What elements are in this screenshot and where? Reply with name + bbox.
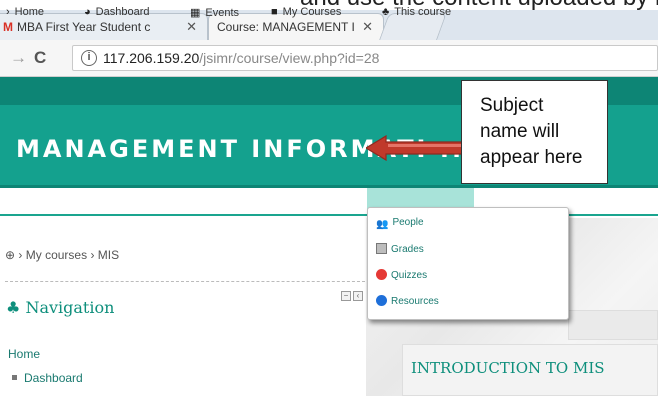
dropdown-item-people[interactable]: 👥 People bbox=[376, 217, 424, 230]
sitemap-icon: ♣ bbox=[6, 298, 21, 317]
gmail-icon: M bbox=[3, 20, 13, 34]
this-course-dropdown: 👥 People Grades Quizzes Resources bbox=[367, 207, 569, 320]
dropdown-item-label: Grades bbox=[391, 244, 424, 255]
bullet-icon bbox=[12, 375, 17, 380]
nav-dashboard-label: Dashboard bbox=[24, 371, 83, 385]
address-bar[interactable]: i 117.206.159.20/jsimr/course/view.php?i… bbox=[72, 45, 658, 71]
annotation-arrow bbox=[366, 135, 465, 161]
menu-item-label: Home bbox=[14, 6, 45, 18]
users-icon: 👥 bbox=[376, 219, 389, 230]
dropdown-item-resources[interactable]: Resources bbox=[376, 295, 439, 307]
dashboard-icon: ◕ bbox=[84, 6, 91, 18]
section-title[interactable]: INTRODUCTION TO MIS bbox=[411, 359, 605, 377]
collapse-block-icon[interactable]: − bbox=[341, 291, 351, 301]
url-text: 117.206.159.20/jsimr/course/view.php?id=… bbox=[103, 50, 379, 66]
info-icon[interactable]: i bbox=[81, 50, 97, 66]
breadcrumb-current[interactable]: MIS bbox=[98, 248, 119, 262]
menu-item-label: Dashboard bbox=[95, 6, 150, 18]
menu-item-label: This course bbox=[394, 6, 452, 18]
forward-icon[interactable]: → bbox=[10, 48, 27, 68]
tab-label: Course: MANAGEMENT I bbox=[217, 20, 355, 34]
breadcrumb-separator: › bbox=[18, 248, 23, 262]
resources-icon bbox=[376, 295, 387, 306]
dropdown-item-label: People bbox=[392, 217, 424, 228]
breadcrumb: ⊕ › My courses › MIS bbox=[5, 248, 119, 262]
quiz-icon bbox=[376, 269, 387, 280]
breadcrumb-separator: › bbox=[90, 248, 95, 262]
menu-item-dashboard[interactable]: ◕ Dashboard bbox=[84, 6, 149, 18]
url-host: 117.206.159.20 bbox=[103, 50, 200, 66]
annotation-line: appear here bbox=[480, 147, 583, 168]
annotation-line: Subject bbox=[480, 95, 544, 116]
navigation-title: Navigation bbox=[25, 298, 115, 317]
breadcrumb-my-courses[interactable]: My courses bbox=[26, 248, 87, 262]
caption-text: and use the content uploaded by respecti… bbox=[300, 0, 658, 10]
dropdown-item-label: Resources bbox=[391, 296, 439, 307]
url-path: /jsimr/course/view.php?id=28 bbox=[199, 50, 380, 66]
nav-home-link[interactable]: Home bbox=[8, 347, 40, 361]
dropdown-item-label: Quizzes bbox=[391, 270, 428, 281]
dropdown-item-quizzes[interactable]: Quizzes bbox=[376, 269, 427, 281]
menu-item-events[interactable]: ▦ Events bbox=[190, 6, 239, 19]
right-panel-box bbox=[568, 310, 658, 340]
menu-item-label: Events bbox=[205, 7, 240, 19]
calendar-icon: ▦ bbox=[190, 7, 201, 19]
dropdown-item-grades[interactable]: Grades bbox=[376, 243, 424, 255]
annotation-line: name will bbox=[480, 121, 560, 142]
annotation-callout: Subject name will appear here bbox=[461, 80, 608, 184]
grades-icon bbox=[376, 243, 387, 254]
close-icon[interactable]: ✕ bbox=[186, 19, 197, 35]
menu-item-label: My Courses bbox=[282, 6, 342, 18]
breadcrumb-home-icon[interactable]: ⊕ bbox=[5, 248, 15, 262]
arrow-icon: › bbox=[6, 6, 10, 18]
briefcase-icon: ■ bbox=[271, 6, 278, 18]
tab-label: MBA First Year Student c bbox=[17, 20, 151, 34]
divider bbox=[5, 281, 365, 282]
reload-icon[interactable]: C bbox=[34, 48, 46, 68]
nav-dashboard-link[interactable]: Dashboard bbox=[12, 371, 83, 385]
navigation-block-title: ♣ Navigation bbox=[6, 298, 114, 317]
sitemap-icon: ♣ bbox=[382, 6, 390, 18]
browser-toolbar: → C i 117.206.159.20/jsimr/course/view.p… bbox=[0, 40, 658, 77]
menu-item-my-courses[interactable]: ■ My Courses bbox=[271, 6, 341, 18]
menu-item-this-course[interactable]: ♣ This course bbox=[382, 6, 451, 18]
dock-block-icon[interactable]: ‹ bbox=[353, 291, 363, 301]
menu-item-home[interactable]: › Home bbox=[6, 6, 44, 18]
close-icon[interactable]: ✕ bbox=[362, 19, 373, 35]
